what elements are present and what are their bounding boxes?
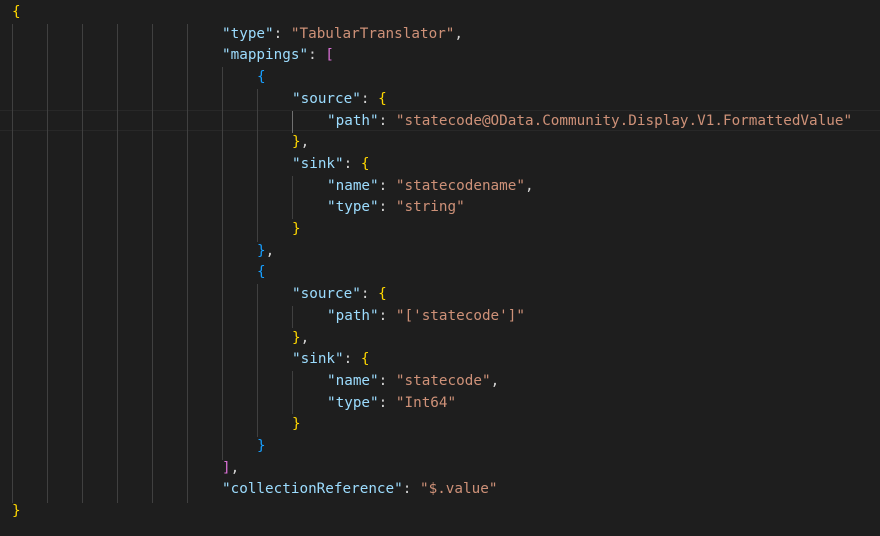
code-token: } [257,242,266,259]
code-token: "path" [327,112,379,129]
code-line[interactable]: "source": { [292,284,387,306]
code-token: "statecodename" [395,177,525,194]
code-line[interactable]: "type": "string" [327,197,465,219]
code-line[interactable]: }, [292,132,309,154]
code-token: "string" [395,199,465,216]
code-token: "['statecode']" [395,307,525,324]
code-line[interactable]: "sink": { [292,154,369,176]
code-token: } [292,134,301,151]
code-token: , [300,329,310,346]
code-token: ] [222,459,231,476]
code-line[interactable]: }, [292,328,309,350]
indent-guide [187,24,188,503]
code-token: } [292,416,301,433]
code-token: "type" [327,394,379,411]
code-token: "source" [292,286,361,303]
indent-guide [257,284,258,437]
indent-guide [292,176,293,219]
code-line[interactable]: "path": "['statecode']" [327,306,525,328]
code-line[interactable]: "path": "statecode@OData.Community.Displ… [327,111,852,133]
code-token: { [257,264,266,281]
code-line[interactable]: } [292,414,301,436]
code-line[interactable]: "name": "statecodename", [327,176,534,198]
indent-guide [152,24,153,503]
code-token: : [378,177,396,194]
code-token: } [292,329,301,346]
code-line[interactable]: } [257,436,266,458]
code-token: { [360,351,370,368]
code-token: , [490,372,500,389]
indent-guide [292,306,293,328]
code-token: "Int64" [395,394,457,411]
code-token: { [12,4,21,20]
code-token: { [378,90,387,107]
code-token: : [360,286,379,303]
code-token: "sink" [292,155,344,172]
code-editor[interactable]: {"type": "TabularTranslator", "mappings":… [0,0,880,536]
code-token: , [300,134,310,151]
code-line[interactable]: "mappings": [ [222,45,334,67]
indent-guide [82,24,83,503]
code-token: , [525,177,534,194]
code-token: , [454,25,464,42]
indent-guide [12,24,13,503]
code-token: : [378,394,396,411]
code-line[interactable]: "type": "Int64" [327,393,456,415]
code-token: } [12,503,21,520]
code-line[interactable]: { [12,2,21,24]
code-token: : [308,47,326,64]
code-token: : [402,481,420,498]
code-line[interactable]: }, [257,241,274,263]
code-token: "statecode" [395,372,491,389]
code-line[interactable]: "sink": { [292,349,369,371]
code-token: : [378,112,396,129]
code-token: "name" [327,177,379,194]
code-line[interactable]: } [12,501,21,523]
indent-guide [117,24,118,503]
code-token: : [343,155,361,172]
code-line[interactable]: "name": "statecode", [327,371,499,393]
indent-guide [292,371,293,414]
code-token: , [265,242,275,259]
code-token: "type" [222,25,274,42]
code-token: "path" [327,307,379,324]
code-line[interactable]: { [257,67,266,89]
code-line[interactable]: "collectionReference": "$.value" [222,479,497,501]
code-token: : [378,372,396,389]
code-line[interactable]: "type": "TabularTranslator", [222,24,463,46]
code-line[interactable]: "source": { [292,89,387,111]
code-token: { [378,286,387,303]
code-token: "statecode@OData.Community.Display.V1.Fo… [395,112,853,129]
code-token: "TabularTranslator" [290,25,455,42]
indent-guide [47,24,48,503]
code-line[interactable]: { [257,262,266,284]
code-token: : [343,351,361,368]
indent-guide [292,111,293,133]
code-token: : [273,25,291,42]
code-token: "$.value" [419,481,498,498]
code-token: "collectionReference" [222,481,403,498]
code-token: { [257,69,266,86]
code-token: { [360,155,370,172]
code-line[interactable]: ], [222,458,239,480]
code-token: , [230,459,240,476]
code-token: "mappings" [222,47,309,64]
code-token: : [360,90,379,107]
indent-guide [222,67,223,460]
code-token: } [257,438,266,454]
code-token: "type" [327,199,379,216]
code-token: "name" [327,372,379,389]
code-line[interactable]: } [292,219,301,241]
code-token: "sink" [292,351,344,368]
code-token: "source" [292,90,361,107]
code-token: } [292,221,301,237]
code-token: [ [325,47,334,64]
indent-guide [257,89,258,242]
code-token: : [378,307,396,324]
code-token: : [378,199,396,216]
